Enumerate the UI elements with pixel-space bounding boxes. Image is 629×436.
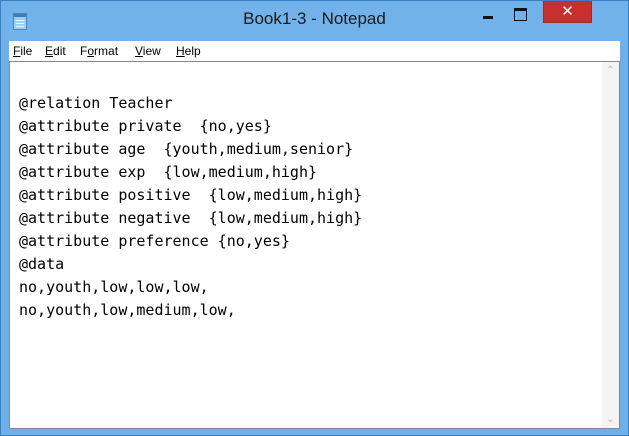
close-icon: ✕ <box>561 2 574 20</box>
scroll-down-arrow-icon[interactable]: ⌄ <box>602 411 619 428</box>
vertical-scrollbar[interactable]: ⌃ ⌄ <box>602 62 619 428</box>
editor-line: no,youth,low,low,low, <box>19 278 209 296</box>
menu-format[interactable]: Format <box>80 44 118 58</box>
editor-line: @relation Teacher <box>19 94 173 112</box>
editor-line: @data <box>19 255 65 273</box>
editor-line: @attribute age {youth,medium,senior} <box>19 140 354 158</box>
menu-bar: File Edit Format View Help <box>9 41 620 61</box>
editor-line: @attribute negative {low,medium,high} <box>19 209 363 227</box>
editor-text[interactable]: @relation Teacher @attribute private {no,… <box>19 92 609 322</box>
notepad-window: Book1-3 - Notepad ✕ File Edit Format Vie… <box>0 0 629 436</box>
close-button[interactable]: ✕ <box>543 1 592 23</box>
editor-line: @attribute private {no,yes} <box>19 117 272 135</box>
menu-view[interactable]: View <box>135 44 161 58</box>
maximize-button[interactable] <box>507 2 534 27</box>
editor-line: @attribute exp {low,medium,high} <box>19 163 318 181</box>
menu-help[interactable]: Help <box>176 44 201 58</box>
minimize-icon <box>483 16 493 19</box>
editor-line: no,youth,low,medium,low, <box>19 301 236 319</box>
title-bar[interactable]: Book1-3 - Notepad ✕ <box>1 1 628 41</box>
editor-line: @attribute preference {no,yes} <box>19 232 290 250</box>
text-editor[interactable]: @relation Teacher @attribute private {no,… <box>9 61 620 429</box>
scroll-up-arrow-icon[interactable]: ⌃ <box>602 62 619 79</box>
menu-edit[interactable]: Edit <box>45 44 66 58</box>
menu-file[interactable]: File <box>13 44 32 58</box>
minimize-button[interactable] <box>474 2 501 27</box>
editor-line: @attribute positive {low,medium,high} <box>19 186 363 204</box>
maximize-icon <box>514 8 527 21</box>
